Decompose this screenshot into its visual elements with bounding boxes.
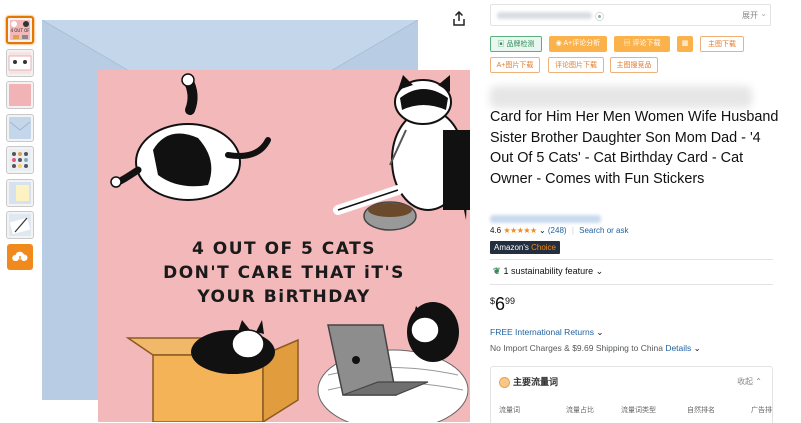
cloud-download-icon	[12, 251, 28, 263]
pen-thumb-icon	[9, 217, 31, 235]
column-header-organic-rank[interactable]: 自然排名	[687, 405, 715, 415]
column-header-keyword[interactable]: 流量词	[499, 405, 520, 415]
expand-label[interactable]: 展开	[742, 10, 758, 21]
notes-button[interactable]: ▦	[677, 36, 693, 52]
import-charges: No Import Charges & $9.69 Shipping to Ch…	[490, 343, 701, 354]
location-pin-icon: ⦿	[595, 12, 605, 22]
stickers-thumb-icon	[12, 152, 28, 168]
blurred-address	[497, 12, 592, 19]
chevron-down-icon[interactable]: ⌄	[694, 343, 701, 353]
cat-in-box-illustration	[125, 320, 299, 422]
chevron-down-icon: ⌄	[596, 327, 604, 337]
thumbnail-strip: 4 OUT OF	[6, 16, 34, 270]
chevron-down-icon: ⌄	[595, 266, 604, 276]
rating-row: 4.6 ★★★★★ ⌄ (248) | Search or ask	[490, 226, 628, 235]
location-bar[interactable]: ⦿ 展开 ⌄	[490, 4, 771, 26]
card-text-line-3: YOUR BiRTHDAY	[197, 287, 371, 307]
import-charges-label: No Import Charges & $9.69 Shipping to Ch…	[490, 343, 663, 353]
card-text-line-1: 4 OUT OF 5 CATS	[192, 239, 376, 259]
sustainability-label: 1 sustainability feature	[503, 266, 594, 276]
price: $699	[490, 294, 515, 315]
thumbnail-inside[interactable]	[6, 48, 34, 77]
cat-eating-illustration	[333, 75, 470, 231]
thumbnail-stickers[interactable]	[6, 146, 34, 174]
thumbnail-card-and-envelope[interactable]	[6, 178, 34, 207]
returns-label: FREE International Returns	[490, 327, 594, 337]
amazons-choice-badge: Amazon's Choice	[490, 241, 560, 254]
shield-icon: ▣	[497, 41, 505, 48]
review-image-download-button[interactable]: 评论图片下载	[548, 57, 604, 73]
main-image-download-button[interactable]: 主图下载	[700, 36, 744, 52]
brand-check-label: 品牌检测	[506, 41, 535, 48]
details-link[interactable]: Details	[665, 343, 691, 353]
brand-check-button[interactable]: ▣ 品牌检测	[490, 36, 542, 52]
sustainability-row[interactable]: ❦ 1 sustainability feature ⌄	[493, 266, 603, 277]
traffic-keywords-header: 主要流量词	[499, 375, 559, 389]
a-plus-image-download-label: A+图片下载	[496, 62, 534, 69]
rating-chevron-icon[interactable]: ⌄	[539, 226, 546, 235]
a-plus-image-download-button[interactable]: A+图片下载	[490, 57, 540, 73]
leaf-icon: ❦	[493, 266, 501, 276]
star-rating-icon[interactable]: ★★★★★	[503, 226, 537, 235]
cat-thumb-icon: 4 OUT OF	[10, 21, 30, 39]
review-image-download-label: 评论图片下载	[555, 62, 597, 69]
column-header-ad-rank[interactable]: 广告排	[751, 405, 772, 415]
cat-grooming-illustration	[110, 73, 271, 201]
badge-suffix: Choice	[528, 243, 556, 252]
badge-prefix: Amazon's	[494, 243, 529, 252]
price-fraction: 99	[505, 296, 516, 306]
blurred-store-link[interactable]	[490, 215, 601, 223]
main-image-download-label: 主图下载	[708, 41, 736, 48]
traffic-keywords-title: 主要流量词	[513, 377, 559, 387]
column-header-traffic-share[interactable]: 流量占比	[566, 405, 594, 415]
card-envelope-thumb-icon	[16, 184, 29, 201]
envelope-thumb-icon	[9, 121, 31, 131]
svg-text:4 OUT OF: 4 OUT OF	[10, 28, 30, 33]
collapse-label: 收起	[737, 377, 754, 386]
thumbnail-envelope[interactable]	[6, 113, 34, 142]
review-count-link[interactable]: (248)	[548, 226, 567, 235]
analysis-icon: ◉	[555, 40, 562, 47]
review-download-button[interactable]: ▤ 评论下载	[614, 36, 670, 52]
chevron-up-icon: ⌃	[755, 377, 762, 386]
download-images-button[interactable]	[7, 243, 33, 270]
review-download-label: 评论下载	[632, 40, 661, 47]
divider-line	[490, 259, 773, 260]
thumbnail-detail[interactable]	[6, 211, 34, 239]
divider: |	[571, 226, 574, 235]
cat-laptop-illustration	[317, 302, 469, 422]
comment-icon: ▤	[623, 40, 631, 47]
search-or-ask-link[interactable]: Search or ask	[579, 226, 628, 235]
a-plus-review-analysis-button[interactable]: ◉ A+评论分析	[549, 36, 607, 52]
greeting-card: 4 OUT OF 5 CATS DON'T CARE THAT iT'S YOU…	[98, 70, 470, 422]
column-header-keyword-type[interactable]: 流量词类型	[621, 405, 656, 415]
a-plus-review-analysis-label: A+评论分析	[563, 40, 601, 47]
price-currency: $	[490, 296, 496, 306]
thumbnail-back[interactable]	[6, 81, 34, 109]
product-title: Card for Him Her Men Women Wife Husband …	[490, 109, 779, 187]
divider-line	[490, 284, 773, 285]
card-text-line-2: DON'T CARE THAT iT'S	[163, 263, 405, 283]
image-search-competitors-label: 主图搜竞品	[616, 62, 652, 69]
thumbnail-front[interactable]: 4 OUT OF	[6, 16, 34, 44]
chevron-down-icon[interactable]: ⌄	[760, 9, 767, 18]
main-product-image[interactable]: 4 OUT OF 5 CATS DON'T CARE THAT iT'S YOU…	[40, 14, 474, 423]
collapse-button[interactable]: 收起 ⌃	[737, 376, 762, 387]
notes-icon: ▦	[681, 40, 689, 47]
image-search-competitors-button[interactable]: 主图搜竞品	[610, 57, 658, 73]
share-icon[interactable]	[452, 11, 466, 27]
traffic-keywords-panel: 主要流量词 收起 ⌃ 流量词 流量占比 流量词类型 自然排名 广告排	[490, 366, 773, 423]
price-whole: 6	[495, 294, 506, 314]
returns-link[interactable]: FREE International Returns ⌄	[490, 327, 603, 338]
card-open-thumb-icon	[8, 55, 32, 70]
blurred-title-line	[490, 86, 752, 108]
rating-value: 4.6	[490, 226, 502, 235]
plugin-logo-icon	[499, 377, 510, 389]
